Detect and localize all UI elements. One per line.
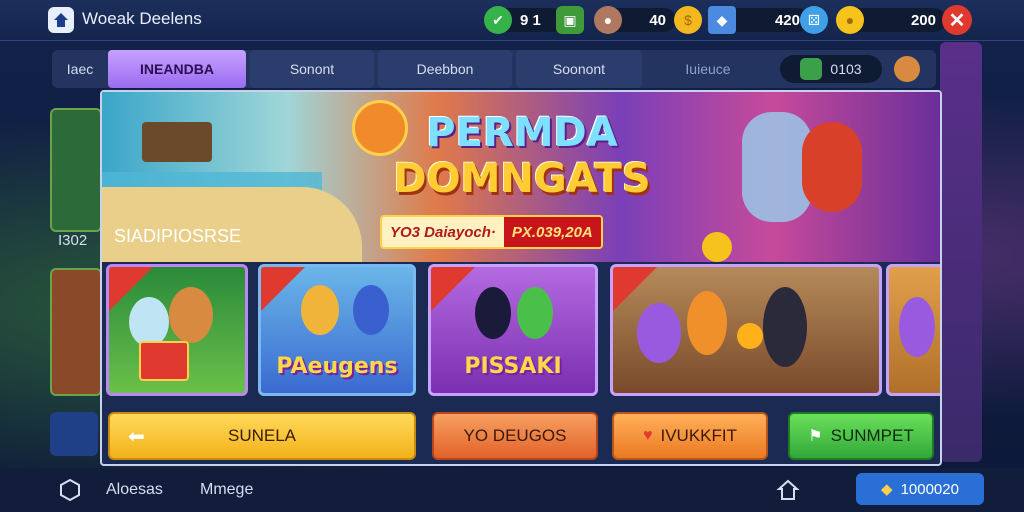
tab-ineandba[interactable]: INEANDBA bbox=[108, 50, 246, 88]
character-art bbox=[687, 291, 727, 355]
card-badge bbox=[261, 267, 305, 311]
card-title: PISSAKI bbox=[464, 354, 562, 379]
avatar[interactable] bbox=[894, 56, 920, 82]
beach-art bbox=[102, 187, 362, 262]
tab-iaec[interactable]: Iaec bbox=[52, 50, 108, 88]
home-outline-icon[interactable] bbox=[776, 478, 800, 502]
promo-banner[interactable]: YO3 Daiayoch· PX.039,20A bbox=[380, 215, 603, 249]
gem-icon bbox=[800, 58, 823, 80]
ivukkfit-button[interactable]: ♥ IVUKKFIT bbox=[612, 412, 768, 460]
hero-title: PERMDA DOMNGATS bbox=[372, 110, 672, 202]
game-card[interactable] bbox=[106, 264, 248, 396]
left-side-card[interactable] bbox=[50, 268, 102, 396]
game-card[interactable]: PISSAKI bbox=[428, 264, 598, 396]
character-art bbox=[301, 285, 339, 335]
left-side-card[interactable] bbox=[50, 108, 102, 232]
character-art bbox=[475, 287, 511, 339]
coin-art bbox=[702, 232, 732, 262]
character-art bbox=[169, 287, 213, 343]
event-panel: PERMDA DOMNGATS YO3 Daiayoch· PX.039,20A… bbox=[100, 90, 942, 466]
home-icon[interactable] bbox=[48, 7, 74, 33]
resource-boulder[interactable]: ● 40 bbox=[594, 6, 676, 34]
button-label: IVUKKFIT bbox=[660, 426, 737, 445]
character-art bbox=[899, 297, 935, 357]
tab-soonont[interactable]: Soonont bbox=[516, 50, 642, 88]
hexagon-icon[interactable] bbox=[58, 478, 82, 502]
resource-shield[interactable]: ✔ 9 1 bbox=[484, 6, 564, 34]
button-label: SUNMPET bbox=[830, 426, 914, 445]
hero-title-line2: DOMNGATS bbox=[393, 156, 651, 202]
left-side-button[interactable] bbox=[50, 412, 98, 456]
dice-icon[interactable]: ⚄ bbox=[800, 6, 828, 34]
sunmpet-button[interactable]: ⚑ SUNMPET bbox=[788, 412, 934, 460]
gem-value: 1000020 bbox=[900, 480, 959, 498]
tab-sonont[interactable]: Sonont bbox=[250, 50, 374, 88]
balance-value: 0103 bbox=[830, 61, 862, 77]
character-art bbox=[353, 285, 389, 335]
card-badge bbox=[431, 267, 475, 311]
left-side-label: I302 bbox=[58, 232, 88, 249]
character-art bbox=[517, 287, 553, 339]
boulder-icon: ● bbox=[594, 6, 622, 34]
fire-art bbox=[737, 323, 763, 349]
close-button[interactable]: ✕ bbox=[942, 5, 972, 35]
treasure-chest-icon[interactable]: ▣ bbox=[556, 6, 584, 34]
character-art bbox=[637, 303, 681, 363]
character-art bbox=[129, 297, 169, 347]
button-label: YO DEUGOS bbox=[463, 426, 567, 445]
section-title: SIADIPIOSRSE bbox=[114, 226, 242, 246]
tab-iuieuce[interactable]: Iuieuce bbox=[646, 50, 770, 88]
bottom-left-label[interactable]: Aloesas bbox=[106, 481, 163, 499]
arrow-left-icon: ⬅ bbox=[128, 425, 145, 448]
flag-icon: ⚑ bbox=[808, 428, 823, 445]
bottom-mid-label[interactable]: Mmege bbox=[200, 481, 253, 499]
promo-left-text: YO3 Daiayoch· bbox=[382, 217, 504, 247]
resource-gold[interactable]: ● 200 bbox=[836, 6, 946, 34]
resource-gems[interactable]: ◆ 420 bbox=[708, 6, 810, 34]
tab-balance[interactable]: 0103 bbox=[780, 55, 882, 83]
gold-coin-icon: ● bbox=[836, 6, 864, 34]
gem-purchase-button[interactable]: ◆ 1000020 bbox=[856, 473, 984, 505]
coin-icon[interactable]: $ bbox=[674, 6, 702, 34]
character-art bbox=[763, 287, 807, 367]
gem-icon: ◆ bbox=[881, 481, 893, 498]
button-label: SUNELA bbox=[227, 426, 297, 445]
right-side-panel bbox=[940, 42, 982, 462]
hut-art bbox=[142, 122, 212, 162]
app-title: Woeak Deelens bbox=[82, 9, 202, 28]
promo-right-text: PX.039,20A bbox=[503, 217, 601, 247]
close-icon: ✕ bbox=[948, 9, 966, 32]
game-card[interactable] bbox=[886, 264, 940, 396]
tab-deebbon[interactable]: Deebbon bbox=[378, 50, 512, 88]
girl-character-art bbox=[802, 122, 862, 212]
card-title: PAeugens bbox=[276, 354, 398, 379]
hero-title-line1: PERMDA bbox=[426, 110, 618, 156]
heart-icon: ♥ bbox=[642, 427, 653, 444]
yo-deugos-button[interactable]: YO DEUGOS bbox=[432, 412, 598, 460]
top-bar: Woeak Deelens ✔ 9 1 ▣ ● 40 $ ◆ 420 ⚄ ● 2… bbox=[0, 0, 1024, 41]
game-card[interactable] bbox=[610, 264, 882, 396]
gift-box-art bbox=[139, 341, 189, 381]
game-card[interactable]: PAeugens bbox=[258, 264, 416, 396]
tab-bar: Iaec INEANDBA Sonont Deebbon Soonont Iui… bbox=[52, 50, 936, 88]
shield-icon: ✔ bbox=[484, 6, 512, 34]
sunela-button[interactable]: ⬅ SUNELA bbox=[108, 412, 416, 460]
gem-crate-icon: ◆ bbox=[708, 6, 736, 34]
